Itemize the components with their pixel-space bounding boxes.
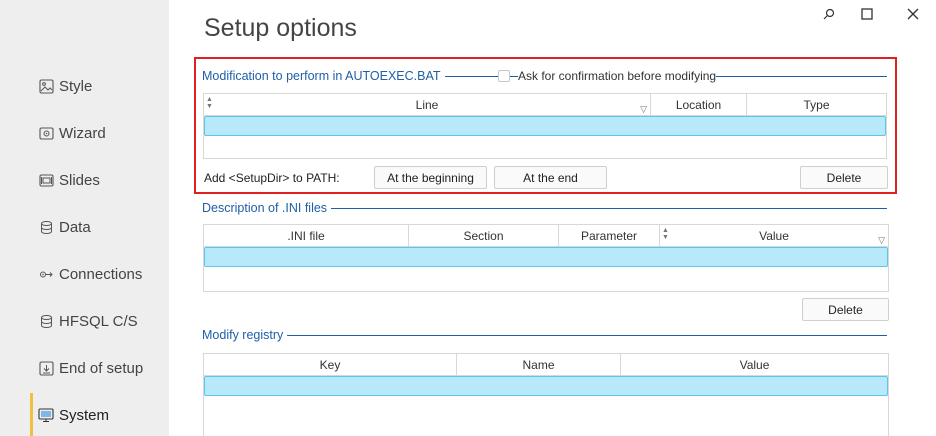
end-setup-icon	[38, 360, 54, 376]
sidebar: Style Wizard Slides Data Connections HFS…	[0, 0, 169, 436]
image-icon	[38, 78, 54, 94]
slides-icon	[38, 172, 54, 188]
registry-heading: Modify registry	[202, 328, 288, 342]
ini-heading: Description of .INI files	[202, 201, 332, 215]
column-header-value[interactable]: Value	[621, 354, 888, 376]
sidebar-item-connections[interactable]: Connections	[38, 260, 142, 288]
sidebar-item-hfsql[interactable]: HFSQL C/S	[38, 307, 138, 335]
table-row[interactable]	[204, 247, 888, 267]
column-header-key[interactable]: Key	[204, 354, 457, 376]
filter-icon[interactable]: ▽	[878, 235, 885, 246]
sidebar-item-label: Connections	[59, 265, 143, 283]
sidebar-item-label: HFSQL C/S	[59, 312, 138, 330]
close-button[interactable]	[904, 5, 922, 23]
column-header-ini-file[interactable]: .INI file	[204, 225, 409, 247]
active-indicator	[30, 393, 33, 436]
database-icon	[38, 219, 54, 235]
sidebar-item-style[interactable]: Style	[38, 72, 92, 100]
sidebar-item-wizard[interactable]: Wizard	[38, 119, 106, 147]
column-header-parameter[interactable]: Parameter	[559, 225, 660, 247]
sidebar-item-label: Data	[59, 218, 91, 236]
maximize-button[interactable]	[858, 5, 876, 23]
connections-icon	[38, 266, 54, 282]
section-divider	[202, 335, 887, 336]
column-header-value[interactable]: ▲ ▼ Value ▽	[660, 225, 888, 247]
registry-table[interactable]: Key Name Value	[203, 353, 889, 436]
page-title: Setup options	[204, 14, 357, 42]
server-icon	[38, 313, 54, 329]
highlight-frame	[194, 57, 897, 194]
ini-delete-button[interactable]: Delete	[802, 298, 889, 321]
ini-table[interactable]: .INI file Section Parameter ▲ ▼ Value ▽	[203, 224, 889, 292]
table-header: Key Name Value	[204, 354, 888, 376]
sidebar-item-end-of-setup[interactable]: End of setup	[38, 354, 143, 382]
search-icon[interactable]	[820, 5, 838, 23]
wizard-icon	[38, 125, 54, 141]
sidebar-item-data[interactable]: Data	[38, 213, 91, 241]
table-header: .INI file Section Parameter ▲ ▼ Value ▽	[204, 225, 888, 247]
sort-icon[interactable]: ▲ ▼	[662, 227, 669, 241]
sidebar-item-label: System	[59, 406, 110, 424]
setup-options-window: Style Wizard Slides Data Connections HFS…	[0, 0, 936, 436]
table-row[interactable]	[204, 376, 888, 396]
sidebar-item-label: Slides	[59, 171, 100, 189]
sidebar-item-slides[interactable]: Slides	[38, 166, 100, 194]
sidebar-item-label: Style	[59, 77, 93, 95]
sidebar-item-system[interactable]: System	[38, 401, 109, 429]
column-header-section[interactable]: Section	[409, 225, 559, 247]
column-header-name[interactable]: Name	[457, 354, 621, 376]
sidebar-item-label: Wizard	[59, 124, 106, 142]
system-icon	[38, 407, 54, 423]
sidebar-item-label: End of setup	[59, 359, 144, 377]
